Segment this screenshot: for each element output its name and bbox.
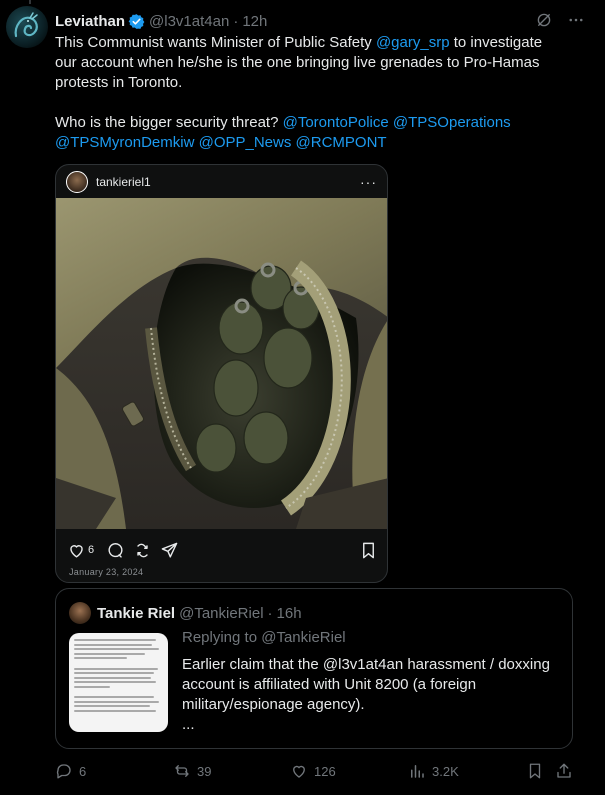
quote-thumbnail[interactable] — [69, 633, 168, 732]
repost-button[interactable]: 39 — [173, 762, 211, 780]
embed-date: January 23, 2024 — [69, 567, 144, 577]
like-button[interactable]: 126 — [290, 762, 336, 780]
mention-link[interactable]: @RCMPONT — [296, 134, 387, 151]
quote-text-line: ... — [182, 716, 195, 733]
bookmark-icon — [529, 763, 541, 779]
share-button[interactable] — [555, 762, 573, 780]
embed-more-icon[interactable]: ··· — [360, 174, 377, 190]
tweet-header: Leviathan @l3v1at4an · 12h — [55, 11, 585, 31]
text-segment: our account when he/she is the one bring… — [55, 54, 540, 71]
leviathan-avatar-icon — [14, 12, 38, 38]
mention-link[interactable]: @TPSMyronDemkiw — [55, 134, 194, 151]
quote-author-handle[interactable]: @TankieRiel — [179, 605, 263, 622]
quote-avatar[interactable] — [69, 602, 91, 624]
quote-tweet[interactable]: Tankie Riel @TankieRiel · 16h Replying t… — [55, 588, 573, 749]
text-segment: This Communist wants Minister of Public … — [55, 34, 376, 51]
embed-username[interactable]: tankieriel1 — [96, 175, 151, 189]
quote-text-line: account is affiliated with Unit 8200 (a … — [182, 676, 477, 693]
repost-icon[interactable] — [133, 541, 152, 560]
comment-icon[interactable] — [106, 541, 125, 560]
heart-icon[interactable] — [67, 541, 86, 560]
tweet-text-line: @TPSMyronDemkiw @OPP_News @RCMPONT — [55, 133, 580, 153]
quote-header: Tankie Riel @TankieRiel · 16h — [69, 602, 302, 624]
quote-author-name[interactable]: Tankie Riel — [97, 605, 175, 622]
quote-time: 16h — [276, 604, 302, 622]
grok-icon[interactable] — [535, 11, 553, 29]
embed-avatar[interactable] — [66, 170, 88, 193]
author-handle[interactable]: @l3v1at4an — [149, 13, 229, 30]
reply-count: 6 — [79, 763, 87, 779]
replying-to: Replying to @TankieRiel — [182, 629, 346, 646]
quote-text-line: Earlier claim that the @l3v1at4an harass… — [182, 656, 550, 673]
bookmark-icon[interactable] — [359, 541, 378, 560]
tweet-text-line: This Communist wants Minister of Public … — [55, 33, 580, 53]
mention-link[interactable]: @OPP_News — [199, 134, 292, 151]
more-icon[interactable] — [567, 11, 585, 29]
tweet-text: This Communist wants Minister of Public … — [55, 33, 580, 153]
share-icon — [557, 763, 571, 778]
embed-photo[interactable] — [56, 198, 387, 529]
repost-icon — [175, 765, 189, 777]
embed-actions: 6 — [67, 539, 378, 561]
text-segment: to investigate — [449, 34, 543, 51]
thread-line — [29, 0, 31, 4]
verified-badge-icon[interactable] — [128, 13, 145, 30]
reply-button[interactable]: 6 — [55, 762, 86, 780]
avatar[interactable] — [6, 6, 48, 48]
separator-dot: · — [233, 12, 239, 30]
mention-link[interactable]: @TPSOperations — [393, 114, 511, 131]
like-count: 126 — [314, 763, 336, 779]
views-button[interactable]: 3.2K — [408, 762, 459, 780]
repost-count: 39 — [197, 763, 212, 779]
embed-header: tankieriel1 ··· — [56, 165, 387, 198]
separator-dot: · — [267, 604, 273, 622]
like-icon — [293, 765, 305, 778]
mention-link[interactable]: @TorontoPolice — [283, 114, 389, 131]
quote-text-line: military/espionage agency). — [182, 696, 365, 713]
reply-icon — [56, 764, 71, 779]
views-count: 3.2K — [432, 763, 459, 779]
tweet-text-line: Who is the bigger security threat? @Toro… — [55, 113, 580, 133]
embed-like-count: 6 — [88, 544, 95, 556]
instagram-embed[interactable]: tankieriel1 ··· 6 January 23, 2024 — [55, 164, 388, 583]
share-icon[interactable] — [160, 541, 179, 560]
author-name[interactable]: Leviathan — [55, 13, 125, 30]
bookmark-button[interactable] — [526, 762, 544, 780]
quote-text: Earlier claim that the @l3v1at4an harass… — [182, 655, 567, 735]
text-segment: Who is the bigger security threat? — [55, 114, 283, 131]
tweet-time[interactable]: 12h — [242, 13, 267, 30]
views-icon — [411, 765, 424, 778]
tweet-actions: 6 39 126 3.2K — [55, 762, 575, 782]
tweet-text-line: protests in Toronto. — [55, 73, 580, 93]
text-segment: protests in Toronto. — [55, 74, 183, 91]
tweet-text-line: our account when he/she is the one bring… — [55, 53, 580, 73]
photo-image — [56, 198, 387, 529]
mention-link[interactable]: @gary_srp — [376, 34, 450, 51]
